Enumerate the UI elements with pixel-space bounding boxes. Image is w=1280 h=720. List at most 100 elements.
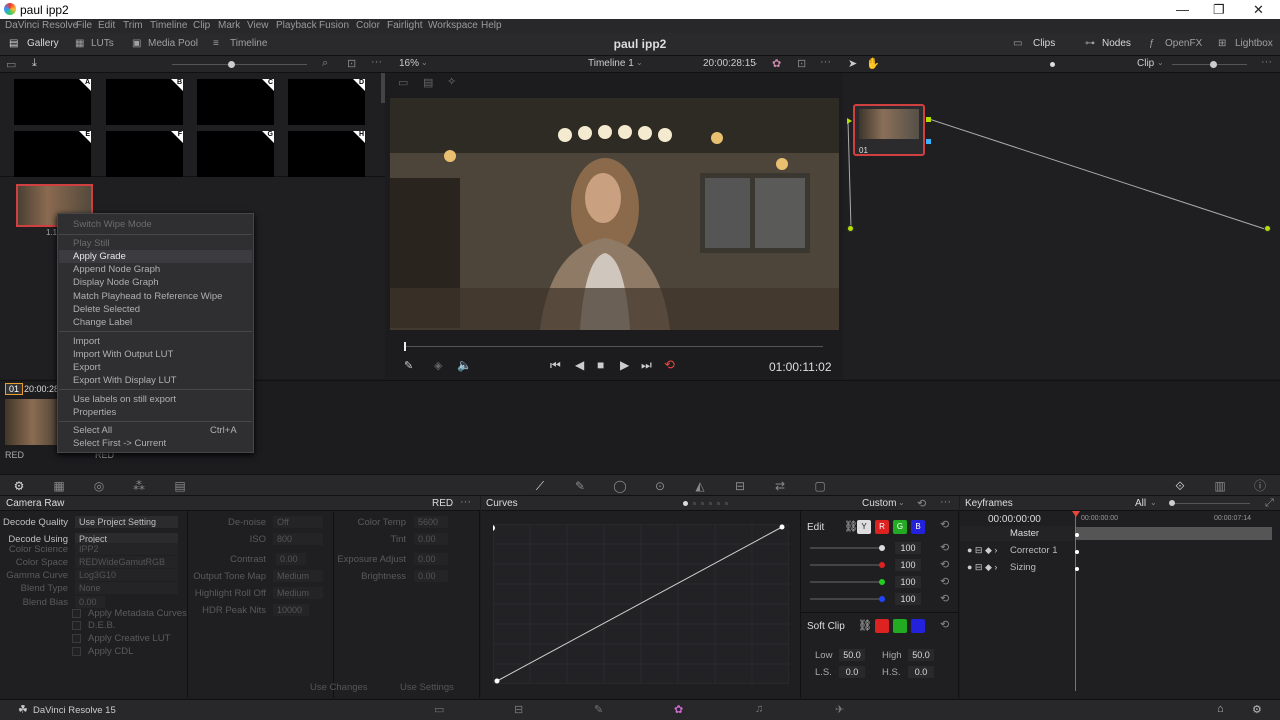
home-icon[interactable]: ⌂ bbox=[1217, 703, 1224, 715]
still-thumbnail[interactable]: E bbox=[14, 131, 91, 177]
menu-item-match-playhead[interactable]: Match Playhead to Reference Wipe bbox=[73, 291, 222, 302]
zoom-level[interactable]: 16% bbox=[399, 58, 419, 69]
color-match-icon[interactable]: ▦ bbox=[52, 479, 66, 493]
fairlight-page-icon[interactable]: ♫ bbox=[755, 703, 763, 715]
split-view-icon[interactable]: ▤ bbox=[423, 76, 433, 89]
keyframe-filter[interactable]: All bbox=[1135, 498, 1146, 509]
color-wheel-icon[interactable]: ✿ bbox=[772, 57, 781, 70]
expand-icon[interactable]: ⤢ bbox=[1265, 497, 1274, 510]
keyframes-icon[interactable]: ⟐ bbox=[1173, 479, 1187, 493]
color-page-icon[interactable]: ✿ bbox=[674, 703, 683, 716]
deliver-page-icon[interactable]: ✈ bbox=[835, 703, 844, 716]
menu-fairlight[interactable]: Fairlight bbox=[387, 20, 423, 31]
fullscreen-icon[interactable]: ⊡ bbox=[797, 57, 806, 70]
rgb-mixer-icon[interactable]: ⁂ bbox=[132, 479, 146, 493]
minimize-button[interactable]: — bbox=[1176, 2, 1189, 17]
intensity-value-g[interactable]: 100 bbox=[895, 576, 921, 588]
menu-clip[interactable]: Clip bbox=[193, 20, 210, 31]
menu-item-export[interactable]: Export bbox=[73, 362, 100, 373]
node-01[interactable]: 01 bbox=[853, 104, 925, 156]
key-icon[interactable]: ⊟ bbox=[733, 479, 747, 493]
menu-item-append-node-graph[interactable]: Append Node Graph bbox=[73, 264, 160, 275]
still-thumbnail[interactable]: B bbox=[106, 79, 183, 125]
chevron-down-icon[interactable]: ⌄ bbox=[636, 58, 643, 67]
menu-item-select-first-current[interactable]: Select First -> Current bbox=[73, 438, 166, 449]
ls-field[interactable]: 0.0 bbox=[839, 666, 865, 678]
luts-button[interactable]: LUTs bbox=[91, 38, 114, 49]
chevron-down-icon[interactable]: ⌄ bbox=[752, 58, 759, 67]
play-reverse-icon[interactable]: ◀ bbox=[575, 358, 584, 372]
apply-cdl-checkbox[interactable] bbox=[72, 647, 81, 656]
color-space-select[interactable]: REDWideGamutRGB bbox=[75, 556, 178, 568]
link-icon[interactable]: ⛓ bbox=[858, 619, 872, 632]
intensity-value-r[interactable]: 100 bbox=[895, 559, 921, 571]
source-input[interactable] bbox=[847, 225, 854, 232]
reset-icon[interactable]: ⟲ bbox=[917, 497, 926, 510]
deb-checkbox[interactable] bbox=[72, 621, 81, 630]
exposure-adjust-field[interactable]: 0.00 bbox=[414, 553, 448, 565]
menu-timeline[interactable]: Timeline bbox=[150, 20, 187, 31]
decode-quality-select[interactable]: Use Project Setting bbox=[75, 516, 178, 528]
highlight-roll-off-select[interactable]: Medium bbox=[273, 587, 323, 599]
curve-graph[interactable] bbox=[493, 524, 789, 684]
gallery-zoom-slider[interactable] bbox=[172, 64, 307, 65]
output-tone-map-select[interactable]: Medium bbox=[273, 570, 323, 582]
reset-icon[interactable]: ⟲ bbox=[940, 618, 949, 631]
menu-item-export-display-lut[interactable]: Export With Display LUT bbox=[73, 375, 176, 386]
qualifier-icon[interactable]: ✎ bbox=[573, 479, 587, 493]
settings-gear-icon[interactable]: ⚙ bbox=[1252, 703, 1262, 716]
edit-page-icon[interactable]: ⊟ bbox=[514, 703, 523, 716]
clip-thumbnail[interactable] bbox=[5, 399, 60, 445]
pointer-tool-icon[interactable]: ➤ bbox=[848, 57, 857, 70]
skip-to-start-icon[interactable]: ⏮ bbox=[550, 358, 561, 373]
reset-icon[interactable]: ⟲ bbox=[940, 592, 949, 605]
menu-item-play-still[interactable]: Play Still bbox=[73, 238, 109, 249]
media-pool-button[interactable]: Media Pool bbox=[148, 38, 198, 49]
chevron-down-icon[interactable]: ⌄ bbox=[1150, 498, 1157, 507]
use-changes-button[interactable]: Use Changes bbox=[310, 682, 368, 693]
menu-trim[interactable]: Trim bbox=[123, 20, 143, 31]
sidebar-toggle-icon[interactable]: ▭ bbox=[6, 58, 16, 71]
hdr-peak-nits-field[interactable]: 10000 bbox=[273, 604, 309, 616]
playhead[interactable] bbox=[404, 342, 406, 351]
still-thumbnail[interactable]: D bbox=[288, 79, 365, 125]
page-indicators[interactable] bbox=[693, 502, 733, 505]
menu-item-import-output-lut[interactable]: Import With Output LUT bbox=[73, 349, 173, 360]
intensity-value-y[interactable]: 100 bbox=[895, 542, 921, 554]
track-sizing[interactable]: Sizing bbox=[1010, 562, 1036, 573]
menu-item-use-labels[interactable]: Use labels on still export bbox=[73, 394, 176, 405]
track-visibility-icon[interactable]: ● ⊟ ◆ › bbox=[967, 545, 997, 556]
soft-clip-r-button[interactable] bbox=[875, 619, 889, 633]
nodes-button[interactable]: Nodes bbox=[1102, 38, 1131, 49]
reset-icon[interactable]: ⟲ bbox=[940, 541, 949, 554]
output-node[interactable] bbox=[1264, 225, 1271, 232]
magic-wand-icon[interactable]: ✧ bbox=[447, 75, 456, 88]
node-output-alpha[interactable] bbox=[926, 139, 931, 144]
window-icon[interactable]: ◯ bbox=[613, 479, 627, 493]
menu-view[interactable]: View bbox=[247, 20, 269, 31]
blend-type-select[interactable]: None bbox=[75, 582, 178, 594]
color-wheels-icon[interactable]: ◎ bbox=[92, 479, 106, 493]
menu-color[interactable]: Color bbox=[356, 20, 380, 31]
menu-fusion[interactable]: Fusion bbox=[319, 20, 349, 31]
timeline-selector[interactable]: Timeline 1 bbox=[588, 58, 634, 69]
menu-item-switch-wipe-mode[interactable]: Switch Wipe Mode bbox=[73, 219, 152, 230]
highlight-icon[interactable]: ◈ bbox=[434, 359, 442, 372]
fusion-page-icon[interactable]: ✎ bbox=[594, 703, 603, 716]
eyedropper-icon[interactable]: ✎ bbox=[404, 359, 413, 372]
close-button[interactable]: ✕ bbox=[1253, 2, 1264, 18]
node-mode-selector[interactable]: Clip bbox=[1137, 58, 1154, 69]
more-options-icon[interactable]: ··· bbox=[820, 56, 831, 68]
intensity-slider-b[interactable] bbox=[810, 598, 883, 600]
menu-item-select-all[interactable]: Select All bbox=[73, 425, 112, 436]
curves-icon[interactable]: ⟋ bbox=[533, 479, 547, 493]
blur-icon[interactable]: ◭ bbox=[693, 479, 707, 493]
stop-icon[interactable]: ■ bbox=[597, 358, 604, 372]
clips-button[interactable]: Clips bbox=[1033, 38, 1055, 49]
chevron-down-icon[interactable]: ⌄ bbox=[898, 498, 905, 507]
video-frame[interactable] bbox=[390, 98, 839, 330]
color-science-select[interactable]: IPP2 bbox=[75, 543, 178, 555]
keyframe-marker[interactable] bbox=[1075, 550, 1079, 554]
curve-mode-selector[interactable]: Custom bbox=[862, 498, 896, 509]
iso-select[interactable]: 800 bbox=[273, 533, 323, 545]
